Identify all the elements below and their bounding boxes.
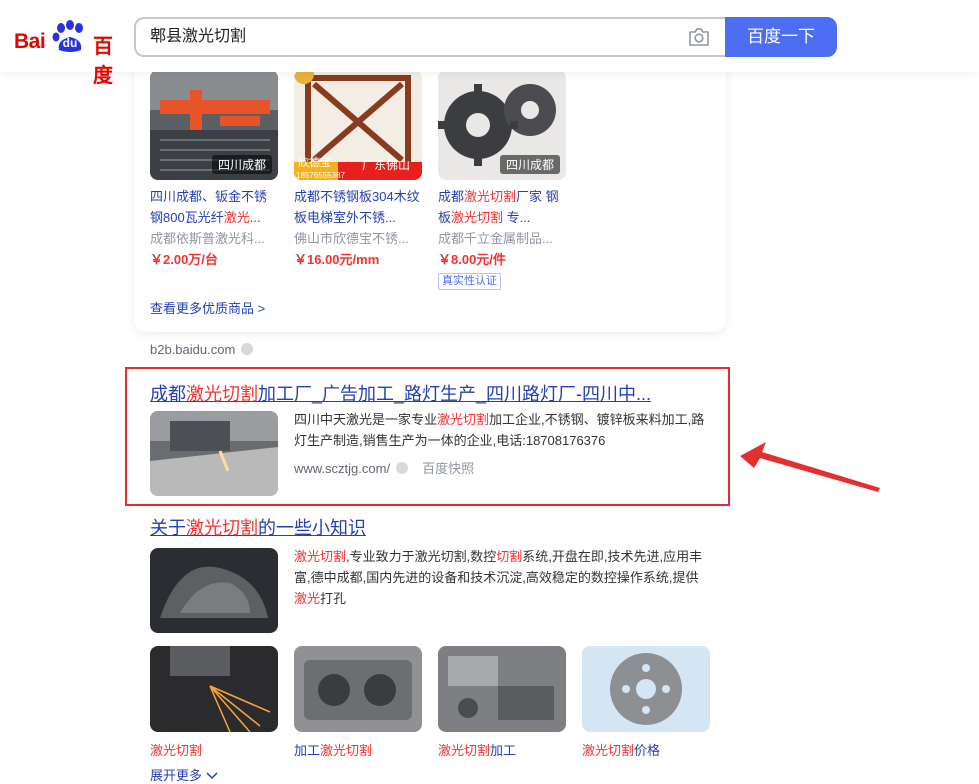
shield-icon bbox=[241, 343, 254, 355]
product-card: 四川成都 四川成都、钣金不锈钢800瓦光纤激光... 成都依斯普激光科... ￥… bbox=[134, 60, 726, 332]
logo-text-bai: Bai bbox=[14, 30, 46, 53]
search-button[interactable]: 百度一下 bbox=[725, 17, 837, 57]
product-location: 四川成都 bbox=[499, 155, 560, 174]
thumb-item[interactable]: 激光切割加工 bbox=[438, 646, 566, 759]
expand-more-button[interactable]: 展开更多 bbox=[150, 765, 218, 784]
logo-text-du: du bbox=[62, 36, 78, 50]
highlight-box bbox=[125, 367, 730, 506]
chevron-down-icon bbox=[206, 772, 218, 780]
thumb-caption[interactable]: 加工激光切割 bbox=[294, 740, 422, 759]
thumb-caption[interactable]: 激光切割 bbox=[150, 740, 278, 759]
product-title[interactable]: 成都激光切割厂家 钢板激光切割 专... bbox=[438, 186, 566, 228]
product-location: 四川成都 bbox=[211, 155, 272, 174]
metal-parts-photo bbox=[438, 646, 566, 732]
product-image[interactable]: 欣德宝 18576555387 广东佛山 bbox=[294, 70, 422, 180]
product-title[interactable]: 成都不锈钢板304木纹板电梯室外不锈... bbox=[294, 186, 422, 228]
textured-metal-photo bbox=[150, 548, 278, 633]
search-box bbox=[134, 17, 726, 57]
brand-tag: 欣德宝 bbox=[298, 157, 331, 169]
product-price: ￥8.00元/件 bbox=[438, 252, 506, 267]
phone-tag: 18576555387 bbox=[296, 171, 345, 180]
thumb-item[interactable]: 加工激光切割 bbox=[294, 646, 422, 759]
product-price: ￥16.00元/mm bbox=[294, 252, 380, 267]
baidu-logo[interactable]: Bai du 百度 bbox=[14, 20, 124, 87]
thumb-caption[interactable]: 激光切割加工 bbox=[438, 740, 566, 759]
product-image[interactable]: 四川成都 bbox=[438, 70, 566, 180]
product-item[interactable]: 欣德宝 18576555387 广东佛山 成都不锈钢板304木纹板电梯室外不锈.… bbox=[294, 70, 422, 271]
saw-blade-photo bbox=[582, 646, 710, 732]
thumb-image[interactable] bbox=[294, 646, 422, 732]
product-location: 广东佛山 bbox=[361, 158, 410, 172]
thumb-image[interactable] bbox=[582, 646, 710, 732]
camera-icon[interactable] bbox=[688, 27, 710, 47]
arrow-icon bbox=[740, 442, 880, 492]
sparks-photo bbox=[150, 646, 278, 732]
thumb-item[interactable]: 激光切割价格 bbox=[582, 646, 710, 759]
product-item[interactable]: 四川成都 四川成都、钣金不锈钢800瓦光纤激光... 成都依斯普激光科... ￥… bbox=[150, 70, 278, 271]
product-seller[interactable]: 佛山市欣德宝不锈... bbox=[294, 229, 422, 249]
product-title[interactable]: 四川成都、钣金不锈钢800瓦光纤激光... bbox=[150, 186, 278, 228]
verify-badge[interactable]: 真实性认证 bbox=[438, 273, 501, 290]
product-seller[interactable]: 成都千立金属制品... bbox=[438, 229, 566, 249]
thumb-caption[interactable]: 激光切割价格 bbox=[582, 740, 710, 759]
source-url[interactable]: b2b.baidu.com bbox=[150, 342, 254, 357]
thumb-image[interactable] bbox=[150, 646, 278, 732]
result-image[interactable] bbox=[150, 548, 278, 633]
product-image[interactable]: 四川成都 bbox=[150, 70, 278, 180]
search-input[interactable] bbox=[150, 19, 670, 55]
product-item[interactable]: 四川成都 成都激光切割厂家 钢板激光切割 专... 成都千立金属制品... ￥8… bbox=[438, 70, 566, 290]
thumb-item[interactable]: 激光切割 bbox=[150, 646, 278, 759]
product-price: ￥2.00万/台 bbox=[150, 252, 218, 267]
engine-part-photo bbox=[294, 646, 422, 732]
thumb-image[interactable] bbox=[438, 646, 566, 732]
top-header: Bai du 百度 百度一下 bbox=[0, 0, 979, 87]
more-goods-link[interactable]: 查看更多优质商品 > bbox=[150, 298, 265, 317]
product-seller[interactable]: 成都依斯普激光科... bbox=[150, 229, 278, 249]
result-description: 激光切割,专业致力于激光切割,数控切割系统,开盘在即,技术先进,应用丰富,德中成… bbox=[294, 549, 703, 606]
result-title[interactable]: 关于激光切割的一些小知识 bbox=[150, 514, 366, 540]
logo-text-cn: 百度 bbox=[93, 36, 113, 87]
